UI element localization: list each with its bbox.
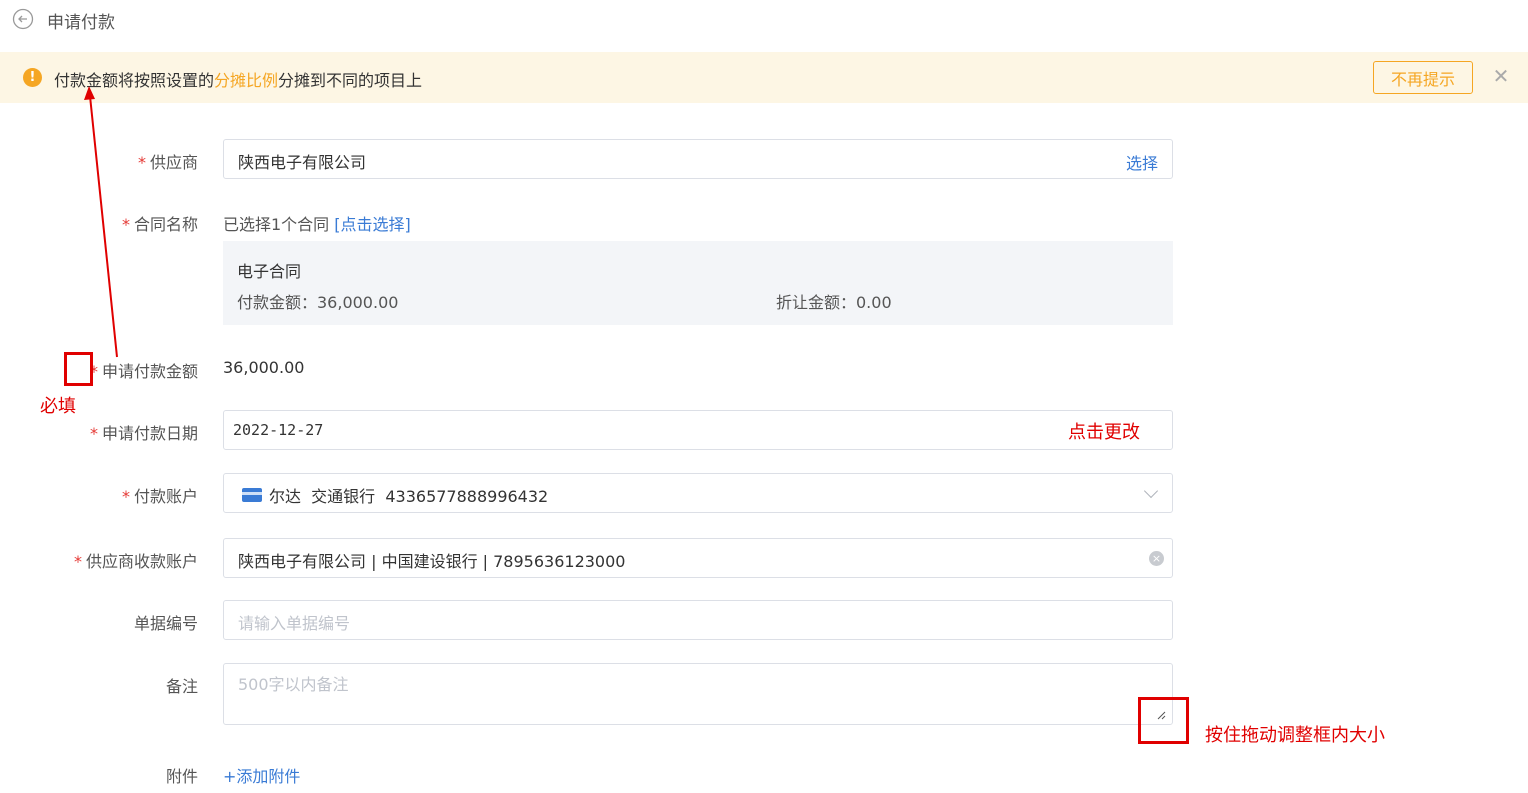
resize-annotation-box (1138, 697, 1189, 744)
allocation-ratio-link[interactable]: 分摊比例 (214, 71, 278, 90)
amount-label: * 申请付款金额 (89, 362, 198, 381)
back-arrow-icon[interactable] (12, 8, 34, 30)
required-annotation: 必填 (40, 396, 76, 417)
supplier-field[interactable]: 陕西电子有限公司 选择 (223, 139, 1173, 179)
receive-account-value: 陕西电子有限公司 | 中国建设银行 | 7895636123000 (238, 552, 626, 571)
pay-account-value: 尔达 交通银行 4336577888996432 (269, 487, 549, 506)
doc-no-placeholder: 请输入单据编号 (238, 614, 351, 633)
required-annotation-box (64, 352, 93, 386)
pay-account-label: * 付款账户 (121, 487, 198, 506)
contract-name: 电子合同 (237, 262, 302, 281)
notice-text: 付款金额将按照设置的分摊比例分摊到不同的项目上 (54, 71, 423, 90)
select-supplier-link[interactable]: 选择 (1126, 150, 1158, 174)
warning-icon: ! (23, 68, 42, 87)
contract-payment-amount: 付款金额：36,000.00 (237, 293, 399, 312)
bank-card-icon (242, 488, 262, 502)
pay-account-select[interactable]: 尔达 交通银行 4336577888996432 (223, 473, 1173, 513)
notice-bar: ! 付款金额将按照设置的分摊比例分摊到不同的项目上 不再提示 ✕ (0, 52, 1528, 103)
supplier-value: 陕西电子有限公司 (238, 153, 367, 172)
contract-summary: 已选择1个合同 [点击选择] (223, 215, 411, 234)
doc-no-label: 单据编号 (133, 614, 198, 633)
chevron-down-icon[interactable] (1143, 483, 1159, 499)
receive-account-field[interactable]: 陕西电子有限公司 | 中国建设银行 | 7895636123000 × (223, 538, 1173, 578)
select-contract-link[interactable]: [点击选择] (334, 215, 411, 234)
doc-no-input[interactable]: 请输入单据编号 (223, 600, 1173, 640)
date-label: * 申请付款日期 (89, 424, 198, 443)
click-change-annotation: 点击更改 (1068, 422, 1140, 443)
dont-show-again-button[interactable]: 不再提示 (1373, 61, 1473, 94)
page-title: 申请付款 (47, 13, 115, 33)
attachment-label: 附件 (165, 767, 198, 786)
contract-label: * 合同名称 (121, 215, 198, 234)
remark-label: 备注 (165, 677, 198, 696)
receive-account-label: * 供应商收款账户 (73, 552, 198, 571)
amount-value: 36,000.00 (223, 358, 305, 377)
resize-annotation: 按住拖动调整框内大小 (1205, 725, 1385, 746)
add-attachment-link[interactable]: +添加附件 (223, 763, 300, 787)
clear-icon[interactable]: × (1149, 551, 1164, 566)
date-picker[interactable]: 2022-12-27 (223, 410, 1173, 450)
remark-placeholder: 500字以内备注 (238, 675, 349, 694)
page-header: 申请付款 (0, 0, 1528, 40)
contract-card: 电子合同 付款金额：36,000.00 折让金额：0.00 (223, 241, 1173, 325)
close-icon[interactable]: ✕ (1491, 66, 1511, 86)
contract-discount-amount: 折让金额：0.00 (776, 293, 892, 312)
supplier-label: * 供应商 (137, 153, 198, 172)
date-value: 2022-12-27 (233, 421, 324, 439)
remark-textarea[interactable]: 500字以内备注 (223, 663, 1173, 725)
